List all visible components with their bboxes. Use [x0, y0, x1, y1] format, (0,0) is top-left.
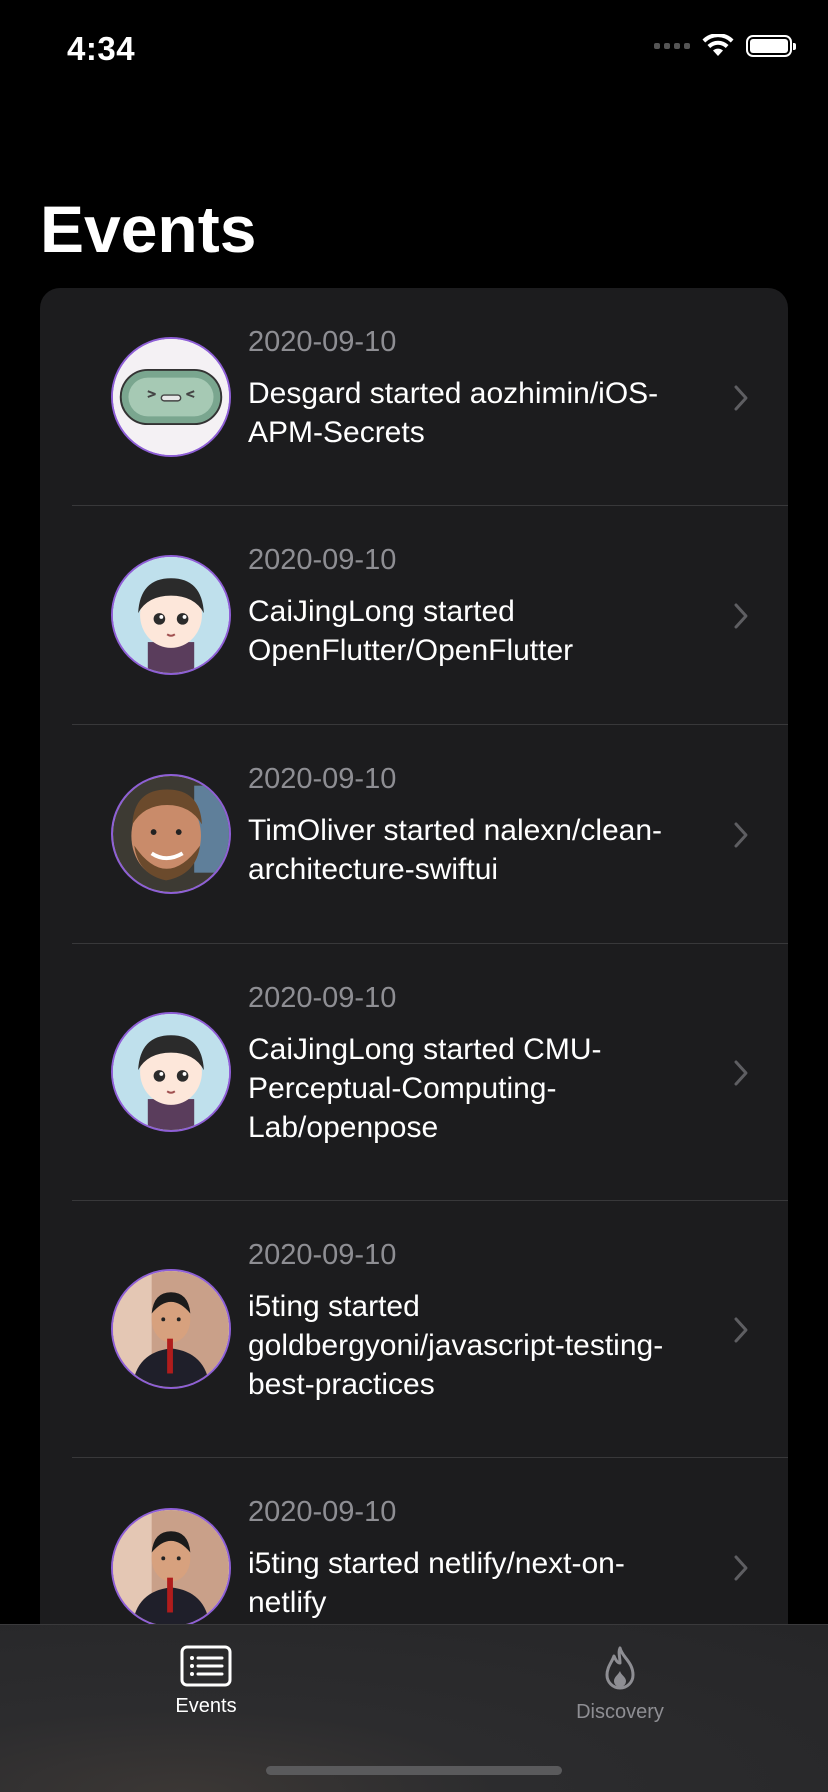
event-date: 2020-09-10 — [248, 326, 397, 358]
tab-discovery[interactable]: Discovery — [520, 1645, 720, 1724]
chevron-right-icon — [734, 1555, 748, 1581]
event-date: 2020-09-10 — [248, 544, 397, 576]
tab-events[interactable]: Events — [106, 1645, 306, 1718]
event-description: CaiJingLong started OpenFlutter/OpenFlut… — [248, 595, 574, 667]
user-avatar — [111, 1508, 231, 1628]
status-time: 4:34 — [67, 30, 136, 67]
chevron-right-icon — [734, 385, 748, 411]
event-date: 2020-09-10 — [248, 1496, 397, 1528]
status-icons — [654, 34, 796, 58]
chevron-right-icon — [734, 603, 748, 629]
event-date: 2020-09-10 — [248, 982, 397, 1014]
event-description: TimOliver started nalexn/clean-architect… — [248, 814, 663, 886]
event-description: CaiJingLong started CMU-Perceptual-Compu… — [248, 1033, 602, 1144]
tab-events-label: Events — [175, 1695, 237, 1717]
event-description: i5ting started netlify/next-on-netlify — [248, 1547, 625, 1619]
page-title: Events — [40, 192, 257, 266]
events-list: 2020-09-10 Desgard started aozhimin/iOS-… — [40, 288, 788, 1688]
chevron-right-icon — [734, 822, 748, 848]
home-indicator — [266, 1766, 562, 1775]
event-date: 2020-09-10 — [248, 763, 397, 795]
event-date: 2020-09-10 — [248, 1239, 397, 1271]
user-avatar — [111, 774, 231, 894]
flame-icon — [605, 1646, 635, 1690]
status-bar: 4:34 — [0, 0, 828, 100]
chevron-right-icon — [734, 1317, 748, 1343]
event-description: i5ting started goldbergyoni/javascript-t… — [248, 1290, 664, 1401]
list-icon — [180, 1645, 232, 1687]
event-row[interactable]: 2020-09-10 TimOliver started nalexn/clea… — [40, 725, 788, 944]
event-row[interactable]: 2020-09-10 CaiJingLong started OpenFlutt… — [40, 506, 788, 725]
tab-discovery-label: Discovery — [576, 1701, 664, 1723]
event-row[interactable]: 2020-09-10 i5ting started goldbergyoni/j… — [40, 1201, 788, 1458]
event-row[interactable]: 2020-09-10 CaiJingLong started CMU-Perce… — [40, 944, 788, 1201]
user-avatar — [111, 1269, 231, 1389]
chevron-right-icon — [734, 1060, 748, 1086]
wifi-icon — [702, 34, 734, 56]
event-description: Desgard started aozhimin/iOS-APM-Secrets — [248, 377, 659, 449]
event-row[interactable]: 2020-09-10 Desgard started aozhimin/iOS-… — [40, 288, 788, 506]
battery-icon — [746, 35, 796, 57]
user-avatar — [111, 337, 231, 457]
user-avatar — [111, 555, 231, 675]
cellular-signal-icon — [654, 43, 690, 49]
user-avatar — [111, 1012, 231, 1132]
